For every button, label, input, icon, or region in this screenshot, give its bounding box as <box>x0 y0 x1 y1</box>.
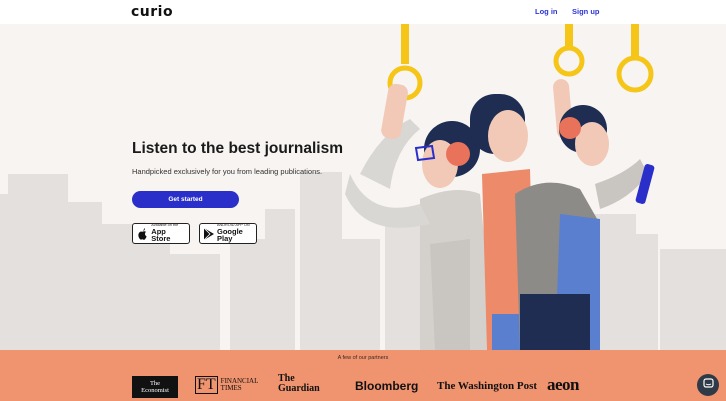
economist-logo-line1: The <box>149 380 161 387</box>
guardian-logo: The Guardian <box>278 374 320 394</box>
ft-mark: FT <box>195 376 218 394</box>
hero-section: Listen to the best journalism Handpicked… <box>0 24 726 350</box>
top-nav-bar: curio Log in Sign up <box>0 0 726 24</box>
google-play-big-text: Google Play <box>217 226 243 244</box>
bloomberg-logo: Bloomberg <box>355 379 419 393</box>
app-store-big-text: App Store <box>151 226 171 244</box>
hero-subheadline: Handpicked exclusively for you from lead… <box>132 167 323 176</box>
google-play-badge[interactable]: ANDROID APP ON Google Play <box>199 223 257 244</box>
partners-title: A few of our partners <box>337 355 389 361</box>
financial-times-logo: FT FINANCIAL TIMES <box>195 376 258 394</box>
app-store-badge[interactable]: Available on the App Store <box>132 223 190 244</box>
chat-widget-button[interactable] <box>697 374 719 396</box>
ft-name-line2: TIMES <box>220 384 242 392</box>
curio-logo[interactable]: curio <box>131 4 173 20</box>
google-play-icon <box>204 227 214 240</box>
washington-post-logo: The Washington Post <box>437 380 538 392</box>
economist-logo-line2: Economist <box>141 387 169 394</box>
subway-handles <box>387 24 654 101</box>
hero-headline: Listen to the best journalism <box>132 140 343 157</box>
economist-logo: The Economist <box>132 376 178 398</box>
guardian-logo-line2: Guardian <box>278 383 320 394</box>
aeon-logo: aeon <box>547 375 580 394</box>
hero-illustration <box>0 24 726 350</box>
apple-icon <box>137 227 148 240</box>
partners-section: A few of our partners The Economist FT F… <box>0 350 726 401</box>
chat-icon <box>702 376 714 394</box>
signup-link[interactable]: Sign up <box>572 7 600 16</box>
get-started-button[interactable]: Get started <box>132 191 239 208</box>
login-link[interactable]: Log in <box>535 7 558 16</box>
